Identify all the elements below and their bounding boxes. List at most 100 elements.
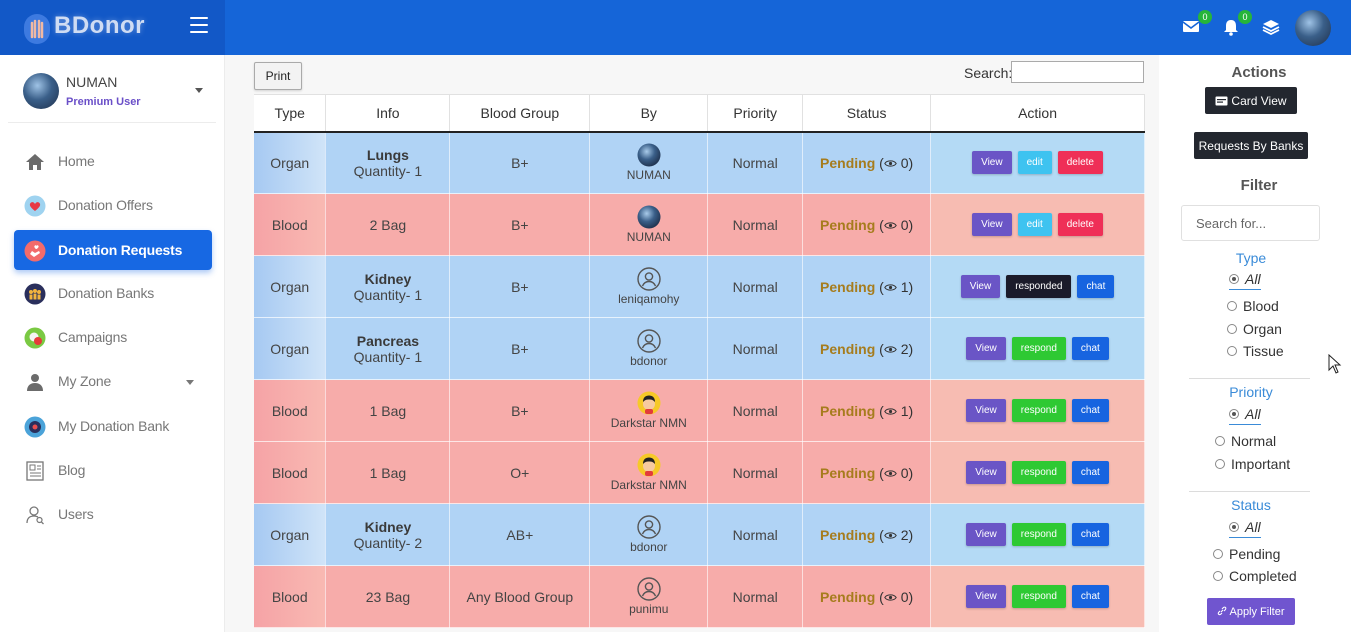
eye-icon	[884, 469, 897, 477]
sidebar-item-label: Donation Requests	[58, 242, 183, 258]
respond-button[interactable]: respond	[1011, 585, 1066, 608]
info-quantity: Quantity- 1	[353, 162, 423, 179]
avatar	[637, 267, 661, 291]
column-header-by[interactable]: By	[589, 94, 709, 133]
bell-icon[interactable]: 0	[1222, 10, 1252, 36]
card-view-button[interactable]: Card View	[1205, 87, 1297, 114]
view-button[interactable]: View	[972, 213, 1012, 236]
search-input[interactable]	[1011, 61, 1144, 83]
eye-icon	[884, 283, 897, 291]
by-cell[interactable]: NUMAN	[589, 131, 709, 194]
requester-name: bdonor	[630, 540, 668, 554]
column-header-status[interactable]: Status	[802, 94, 932, 133]
apply-filter-button[interactable]: Apply Filter	[1207, 598, 1295, 625]
hand-heart-icon	[24, 240, 46, 262]
edit-button[interactable]: edit	[1017, 151, 1052, 175]
type-option-organ[interactable]: Organ	[1227, 321, 1282, 337]
sidebar-item-users[interactable]: Users	[14, 494, 212, 534]
sidebar-item-donation-banks[interactable]: Donation Banks	[14, 273, 212, 313]
by-cell[interactable]: leniqamohy	[589, 255, 709, 318]
priority-option-normal[interactable]: Normal	[1215, 433, 1276, 449]
responded-button[interactable]: responded	[1006, 275, 1072, 298]
by-cell[interactable]: bdonor	[589, 503, 709, 566]
sidebar-user[interactable]: NUMAN Premium User	[8, 55, 216, 123]
view-button[interactable]: View	[966, 585, 1006, 608]
people-icon	[24, 283, 46, 305]
filter-search-input[interactable]	[1181, 205, 1320, 241]
respond-button[interactable]: respond	[1011, 523, 1066, 546]
respond-button[interactable]: respond	[1011, 337, 1066, 360]
sidebar-item-blog[interactable]: Blog	[14, 450, 212, 490]
print-button[interactable]: Print	[254, 62, 302, 90]
avatar	[23, 73, 59, 109]
sidebar-item-campaigns[interactable]: Campaigns	[14, 317, 212, 357]
column-header-info[interactable]: Info	[325, 94, 451, 133]
sidebar-item-donation-requests[interactable]: Donation Requests	[14, 230, 212, 270]
brand[interactable]: BDonor	[0, 0, 225, 55]
column-header-priority[interactable]: Priority	[707, 94, 804, 133]
chevron-down-icon[interactable]	[186, 380, 194, 385]
sidebar: NUMAN Premium User Home Donation Offers …	[0, 55, 225, 632]
chat-button[interactable]: chat	[1071, 399, 1109, 422]
edit-button[interactable]: edit	[1017, 213, 1052, 236]
chat-button[interactable]: chat	[1071, 585, 1109, 608]
delete-button[interactable]: delete	[1057, 151, 1103, 175]
type-option-all[interactable]: All	[1229, 271, 1261, 290]
views-value: 2	[900, 340, 909, 357]
column-header-type[interactable]: Type	[254, 94, 327, 133]
by-cell[interactable]: Darkstar NMN	[589, 441, 709, 504]
chat-button[interactable]: chat	[1071, 461, 1109, 484]
requests-by-banks-button[interactable]: Requests By Banks	[1194, 132, 1308, 159]
status-cell: Pending ( 0)	[802, 131, 932, 194]
eye-icon	[884, 407, 897, 415]
chat-button[interactable]: chat	[1071, 523, 1109, 546]
layers-icon[interactable]	[1262, 18, 1282, 36]
avatar	[637, 205, 661, 229]
table-header-row: Type Info Blood Group By Priority Status…	[254, 94, 1145, 133]
priority-cell: Normal	[707, 193, 804, 256]
sidebar-item-home[interactable]: Home	[14, 141, 212, 181]
priority-option-important[interactable]: Important	[1215, 456, 1290, 472]
info-quantity: 2 Bag	[369, 216, 407, 233]
sidebar-item-my-donation-bank[interactable]: My Donation Bank	[14, 406, 212, 446]
sidebar-item-my-zone[interactable]: My Zone	[14, 361, 212, 401]
type-cell: Blood	[254, 379, 327, 442]
status-option-all[interactable]: All	[1229, 519, 1261, 538]
status-option-completed[interactable]: Completed	[1213, 568, 1297, 584]
chevron-down-icon[interactable]	[195, 88, 203, 93]
chat-button[interactable]: chat	[1071, 337, 1109, 360]
action-cell: View respond chat	[930, 441, 1145, 504]
respond-button[interactable]: respond	[1011, 461, 1066, 484]
by-cell[interactable]: punimu	[589, 565, 709, 628]
column-header-blood-group[interactable]: Blood Group	[449, 94, 591, 133]
menu-toggle-icon[interactable]	[190, 17, 208, 33]
delete-button[interactable]: delete	[1057, 213, 1103, 236]
view-button[interactable]: View	[966, 461, 1006, 484]
by-cell[interactable]: bdonor	[589, 317, 709, 380]
view-button[interactable]: View	[966, 399, 1006, 422]
sidebar-item-donation-offers[interactable]: Donation Offers	[14, 185, 212, 225]
blog-icon	[26, 461, 44, 481]
view-button[interactable]: View	[966, 337, 1006, 360]
mail-icon[interactable]: 0	[1182, 10, 1212, 36]
priority-option-all[interactable]: All	[1229, 406, 1261, 425]
sidebar-item-label: Users	[58, 506, 94, 522]
type-option-tissue[interactable]: Tissue	[1227, 343, 1284, 359]
radio-icon	[1213, 571, 1223, 581]
chat-button[interactable]: chat	[1077, 275, 1115, 298]
heart-icon	[24, 195, 46, 217]
by-cell[interactable]: NUMAN	[589, 193, 709, 256]
view-button[interactable]: View	[960, 275, 1001, 298]
by-cell[interactable]: Darkstar NMN	[589, 379, 709, 442]
respond-button[interactable]: respond	[1011, 399, 1066, 422]
eye-icon	[884, 593, 897, 601]
type-cell: Organ	[254, 503, 327, 566]
filter-title: Filter	[1240, 177, 1278, 194]
view-button[interactable]: View	[966, 523, 1006, 546]
view-button[interactable]: View	[972, 151, 1012, 175]
type-option-blood[interactable]: Blood	[1227, 298, 1279, 314]
status-option-pending[interactable]: Pending	[1213, 546, 1280, 562]
priority-cell: Normal	[707, 131, 804, 194]
header-avatar[interactable]	[1295, 10, 1331, 46]
table-row: Organ Lungs Quantity- 1 B+ NUMAN Normal Pendin…	[254, 131, 1145, 194]
